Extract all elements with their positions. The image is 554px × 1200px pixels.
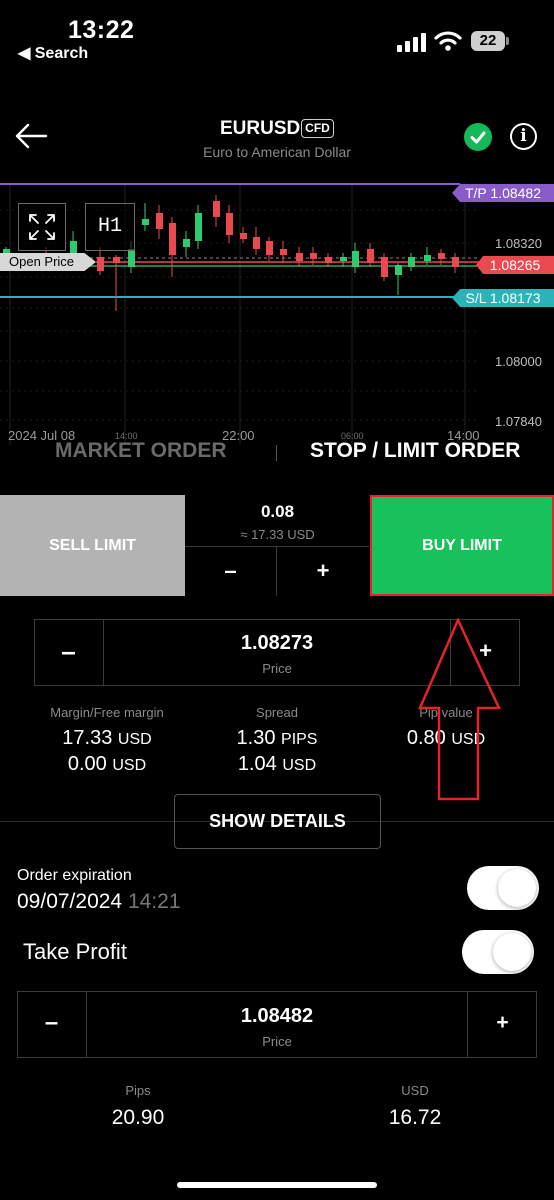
candle-body	[280, 249, 287, 255]
candle-body	[169, 223, 176, 255]
x-tick-label: 22:00	[222, 428, 255, 443]
volume-increase-button[interactable]: +	[277, 546, 369, 596]
pips-value: 20.90	[111, 1106, 165, 1129]
take-profit-caption: Price	[262, 1034, 292, 1049]
volume-decrease-button[interactable]: –	[185, 546, 277, 596]
buy-limit-button[interactable]: BUY LIMIT	[370, 495, 554, 596]
y-tick-label: 1.08320	[495, 236, 542, 251]
candle-body	[240, 233, 247, 239]
open-price-label: Open Price	[0, 253, 96, 271]
take-profit-title: Take Profit	[23, 939, 127, 964]
take-profit-decrease-button[interactable]: –	[17, 991, 87, 1058]
sell-limit-button[interactable]: SELL LIMIT	[0, 495, 185, 596]
tp-price-label[interactable]: T/P 1.08482	[452, 184, 554, 202]
volume-usd: ≈ 17.33 USD	[240, 527, 315, 542]
battery-tip	[506, 37, 509, 45]
margin-value: 17.33 USD	[62, 727, 152, 749]
tab-market-order[interactable]: MARKET ORDER	[55, 439, 227, 461]
candle-body	[226, 213, 233, 235]
tab-stop-limit-order[interactable]: STOP / LIMIT ORDER	[310, 439, 520, 461]
volume-value[interactable]: 0.08	[185, 502, 370, 522]
order-expiration-label: Order expiration	[17, 867, 132, 884]
limit-price-caption: Price	[262, 661, 292, 676]
take-profit-value[interactable]: 1.08482	[87, 1005, 467, 1028]
candle-body	[113, 257, 120, 263]
take-profit-increase-button[interactable]: +	[467, 991, 537, 1058]
candle-body	[266, 241, 273, 255]
wifi-icon	[434, 31, 462, 51]
order-expiration-date[interactable]: 09/07/2024 14:21	[17, 890, 181, 914]
candle-body	[213, 201, 220, 217]
y-tick-label: 1.07840	[495, 414, 542, 429]
candle-body	[395, 265, 402, 275]
candle-body	[195, 213, 202, 241]
fullscreen-button[interactable]	[18, 203, 66, 251]
candle-body	[424, 255, 431, 261]
tab-divider	[276, 445, 277, 461]
usd-profit-value: 16.72	[388, 1106, 442, 1129]
free-margin-value: 0.00 USD	[67, 753, 147, 775]
candle-body	[296, 253, 303, 261]
expand-icon	[29, 214, 55, 240]
candle-body	[438, 253, 445, 259]
candle-body	[142, 219, 149, 225]
spread-label: Spread	[256, 705, 298, 720]
home-indicator[interactable]	[177, 1182, 377, 1188]
candle-body	[381, 257, 388, 277]
candle-body	[340, 257, 347, 261]
signal-icon	[397, 33, 426, 52]
cfd-badge: CFD	[301, 119, 334, 138]
usd-label: USD	[401, 1083, 429, 1098]
price-decrease-button[interactable]: –	[34, 619, 104, 686]
take-profit-toggle[interactable]	[462, 930, 534, 974]
annotation-arrow-icon	[418, 618, 501, 801]
candle-body	[253, 237, 260, 249]
candle-body	[325, 257, 332, 263]
battery-icon: 22	[471, 31, 505, 51]
sl-price-label[interactable]: S/L 1.08173	[452, 289, 554, 307]
toggle-knob	[493, 933, 531, 971]
price-chart[interactable]	[0, 183, 554, 445]
order-expiration-toggle[interactable]	[467, 866, 539, 910]
limit-price-value[interactable]: 1.08273	[104, 632, 450, 655]
timeframe-button[interactable]: H1	[85, 203, 135, 251]
status-time: 13:22	[68, 16, 135, 44]
candle-body	[367, 249, 374, 263]
pips-label: Pips	[125, 1083, 151, 1098]
candle-body	[310, 253, 317, 259]
candle-body	[408, 257, 415, 267]
show-details-button[interactable]: SHOW DETAILS	[174, 794, 381, 849]
candle-body	[352, 251, 359, 267]
candle-body	[183, 239, 190, 247]
candle-body	[156, 213, 163, 229]
spread-value: 1.30 PIPS	[236, 727, 318, 749]
info-icon[interactable]: i	[510, 123, 537, 150]
check-icon[interactable]	[464, 123, 492, 151]
spread-usd-value: 1.04 USD	[237, 753, 317, 775]
toggle-knob	[498, 869, 536, 907]
candle-body	[452, 257, 459, 267]
y-tick-label: 1.08000	[495, 354, 542, 369]
current-price-label: 1.08265	[476, 256, 554, 274]
back-to-search-link[interactable]: ◀ Search	[18, 43, 88, 63]
candle-body	[97, 257, 104, 271]
candle-body	[128, 249, 135, 267]
instrument-symbol: EURUSD	[220, 118, 301, 139]
margin-label: Margin/Free margin	[50, 705, 164, 720]
